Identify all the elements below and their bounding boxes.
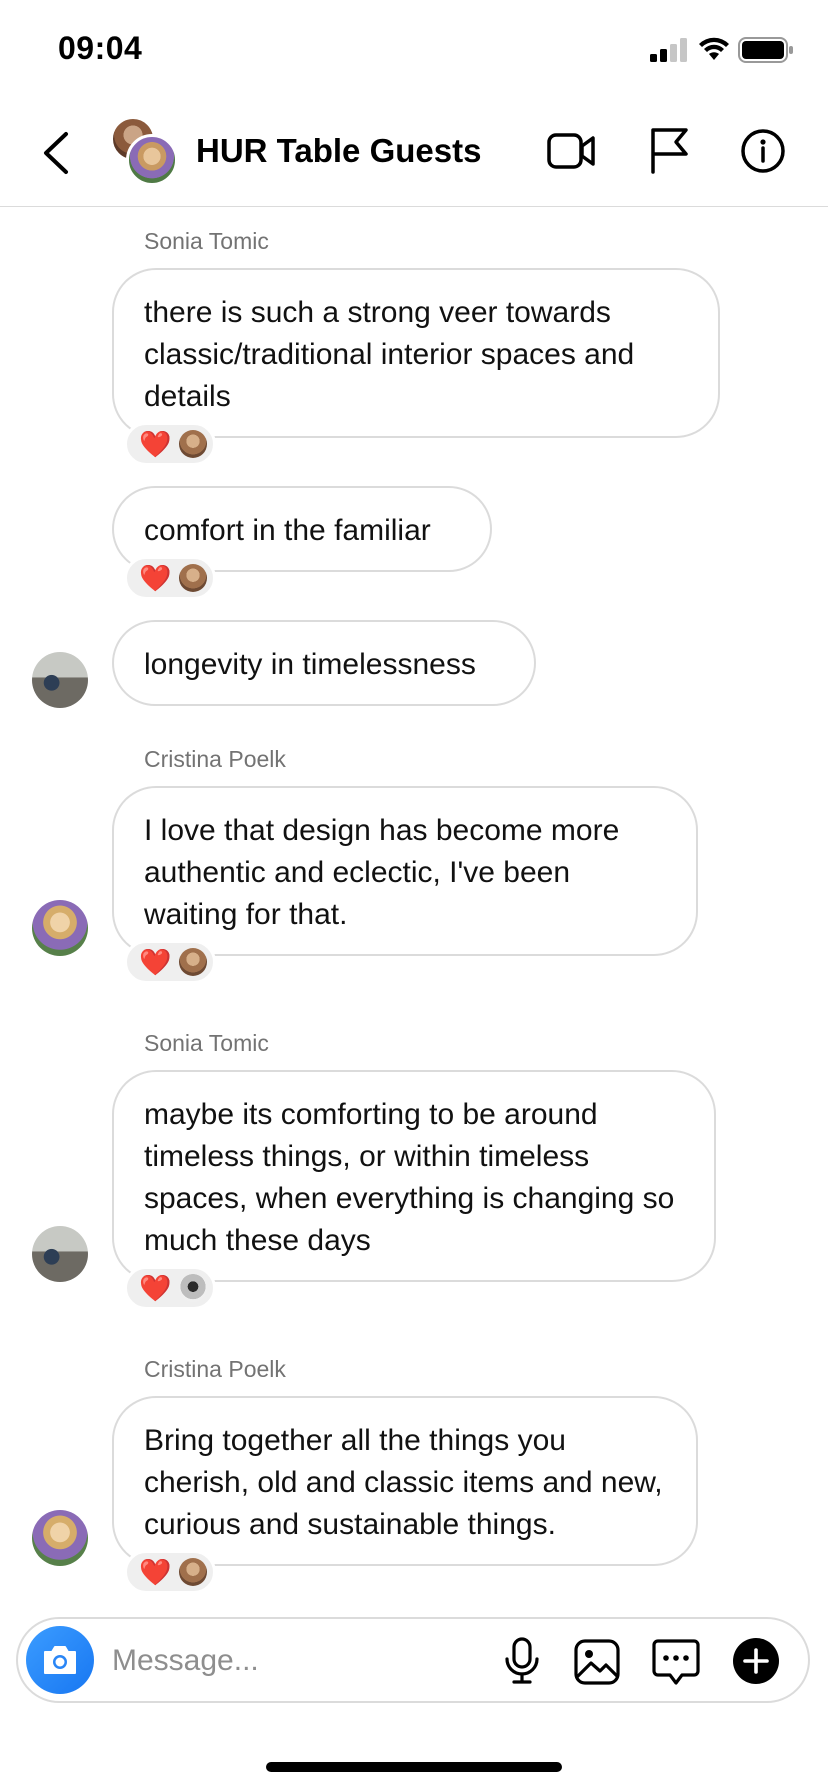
reaction-badge[interactable]: ❤️ bbox=[124, 556, 216, 600]
message-bubble[interactable]: I love that design has become more authe… bbox=[112, 786, 698, 956]
reactor-avatar bbox=[179, 948, 208, 976]
flag-icon[interactable] bbox=[648, 126, 690, 174]
status-time: 09:04 bbox=[58, 30, 143, 66]
heart-reaction-icon: ❤️ bbox=[139, 563, 172, 593]
camera-button[interactable] bbox=[26, 1626, 94, 1694]
battery-icon bbox=[738, 37, 793, 63]
message-bubble[interactable]: maybe its comforting to be around timele… bbox=[112, 1070, 716, 1282]
sender-avatar[interactable] bbox=[32, 1226, 88, 1282]
sender-avatar[interactable] bbox=[32, 652, 88, 708]
camera-icon bbox=[44, 1646, 76, 1674]
sender-name: Sonia Tomic bbox=[144, 1030, 269, 1056]
sender-avatar[interactable] bbox=[32, 1510, 88, 1566]
heart-reaction-icon: ❤️ bbox=[139, 1557, 172, 1587]
group-avatar[interactable] bbox=[110, 116, 178, 186]
video-camera-icon[interactable] bbox=[546, 129, 596, 173]
reactor-avatar bbox=[179, 430, 208, 458]
cellular-signal-icon bbox=[650, 38, 687, 62]
member-avatar bbox=[126, 134, 178, 186]
reaction-badge[interactable]: ❤️ bbox=[124, 1266, 216, 1310]
image-icon[interactable] bbox=[574, 1639, 620, 1685]
reactor-avatar bbox=[179, 564, 208, 592]
reaction-badge[interactable]: ❤️ bbox=[124, 422, 216, 466]
chat-sticker-icon[interactable] bbox=[652, 1637, 700, 1685]
message-composer bbox=[16, 1617, 810, 1703]
heart-reaction-icon: ❤️ bbox=[139, 947, 172, 977]
sender-name: Cristina Poelk bbox=[144, 746, 286, 772]
sender-avatar[interactable] bbox=[32, 900, 88, 956]
message-bubble[interactable]: longevity in timelessness bbox=[112, 620, 536, 706]
heart-reaction-icon: ❤️ bbox=[139, 1273, 172, 1303]
sender-name: Cristina Poelk bbox=[144, 1356, 286, 1382]
chevron-left-icon[interactable] bbox=[38, 128, 74, 178]
plus-circle-icon[interactable] bbox=[732, 1637, 780, 1685]
wifi-icon bbox=[699, 37, 729, 60]
message-input[interactable] bbox=[112, 1639, 492, 1683]
reactor-avatar bbox=[179, 1558, 208, 1586]
microphone-icon[interactable] bbox=[502, 1637, 542, 1685]
chat-title[interactable]: HUR Table Guests bbox=[196, 132, 481, 170]
message-list[interactable]: Sonia Tomic there is such a strong veer … bbox=[0, 208, 828, 1608]
reaction-badge[interactable]: ❤️ bbox=[124, 940, 216, 984]
info-icon[interactable] bbox=[740, 128, 786, 174]
home-indicator bbox=[266, 1762, 562, 1772]
chat-header: HUR Table Guests bbox=[0, 100, 828, 207]
heart-reaction-icon: ❤️ bbox=[139, 429, 172, 459]
message-bubble[interactable]: Bring together all the things you cheris… bbox=[112, 1396, 698, 1566]
message-bubble[interactable]: there is such a strong veer towards clas… bbox=[112, 268, 720, 438]
status-bar: 09:04 bbox=[0, 0, 828, 100]
sender-name: Sonia Tomic bbox=[144, 228, 269, 254]
reaction-badge[interactable]: ❤️ bbox=[124, 1550, 216, 1594]
reactor-avatar bbox=[179, 1274, 208, 1302]
